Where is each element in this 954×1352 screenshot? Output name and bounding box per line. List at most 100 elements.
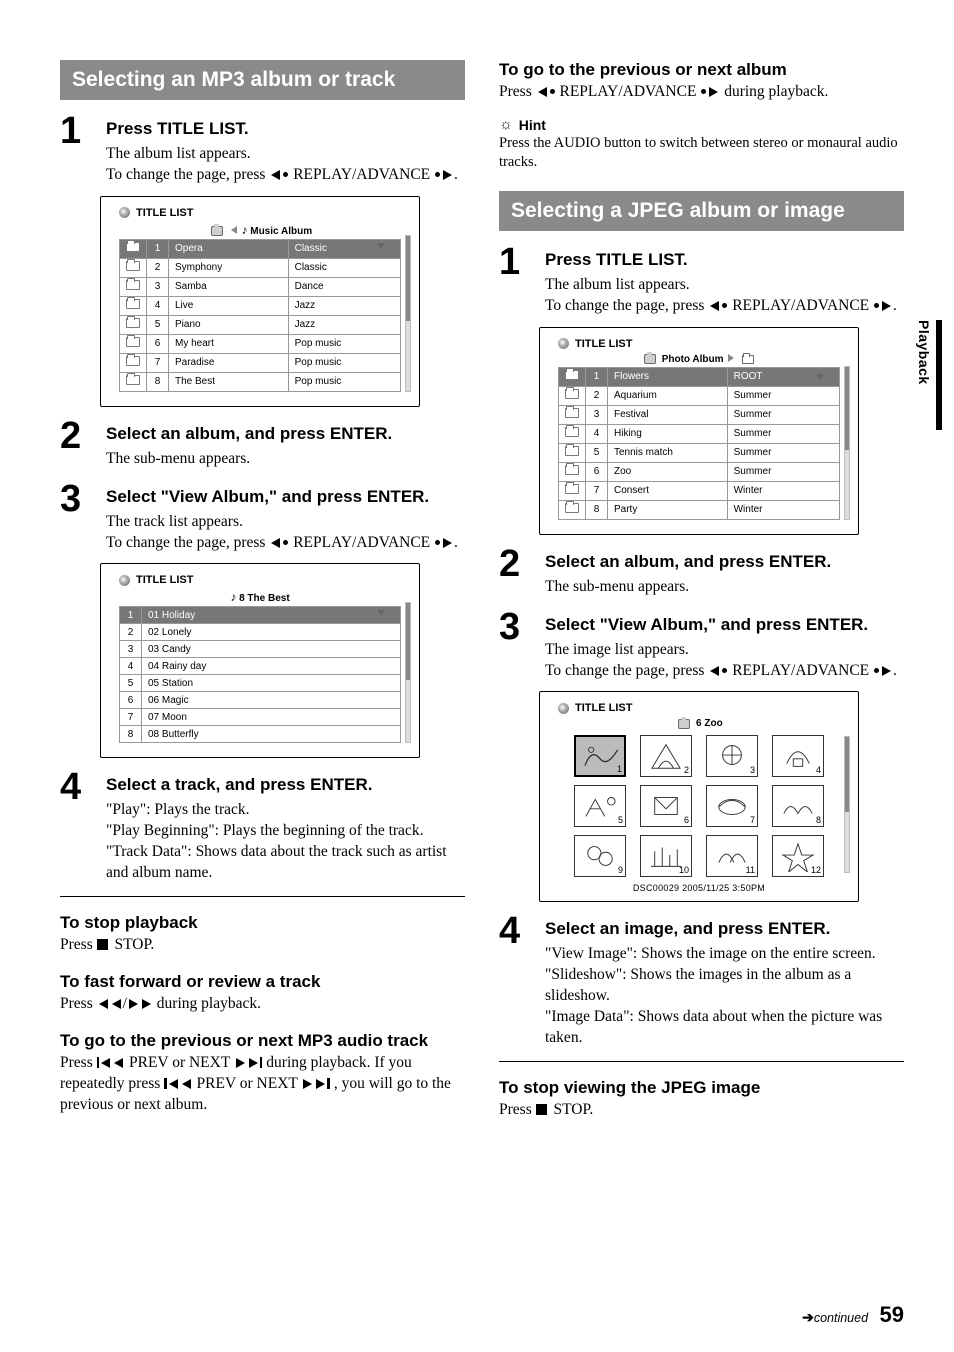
table-row[interactable]: 6My heartPop music bbox=[120, 334, 401, 353]
thumbnail[interactable]: 1 bbox=[574, 735, 626, 777]
breadcrumb: ♪ Music Album bbox=[119, 223, 401, 237]
track-list-window: TITLE LIST ♪ 8 The Best 101 Holiday202 L… bbox=[100, 563, 420, 758]
table-row[interactable]: 6ZooSummer bbox=[559, 462, 840, 481]
folder-icon bbox=[742, 355, 754, 364]
thumbnail[interactable]: 9 bbox=[574, 835, 626, 877]
hint-text: Press the AUDIO button to switch between… bbox=[499, 134, 904, 173]
note-icon: ♪ bbox=[241, 223, 247, 237]
body-text: Press STOP. bbox=[60, 935, 465, 956]
table-row[interactable]: 808 Butterfly bbox=[120, 726, 401, 743]
step-heading: Select an album, and press ENTER. bbox=[545, 551, 904, 574]
scrollbar[interactable] bbox=[844, 736, 850, 873]
table-row[interactable]: 3SambaDance bbox=[120, 277, 401, 296]
window-dot-icon bbox=[119, 575, 130, 586]
step-heading: Select a track, and press ENTER. bbox=[106, 774, 465, 797]
sub-heading: To stop playback bbox=[60, 913, 465, 933]
table-row[interactable]: 4LiveJazz bbox=[120, 296, 401, 315]
step-text: "Play Beginning": Plays the beginning of… bbox=[106, 821, 465, 842]
thumbnail-number: 2 bbox=[684, 765, 689, 775]
divider bbox=[499, 1061, 904, 1062]
left-column: Selecting an MP3 album or track 1 Press … bbox=[60, 60, 465, 1121]
table-row[interactable]: 4HikingSummer bbox=[559, 424, 840, 443]
table-row[interactable]: 5Tennis matchSummer bbox=[559, 443, 840, 462]
table-row[interactable]: 505 Station bbox=[120, 675, 401, 692]
sub-heading: To stop viewing the JPEG image bbox=[499, 1078, 904, 1098]
divider bbox=[60, 896, 465, 897]
thumbnail[interactable]: 5 bbox=[574, 785, 626, 827]
table-row[interactable]: 2AquariumSummer bbox=[559, 386, 840, 405]
thumbnail[interactable]: 8 bbox=[772, 785, 824, 827]
chevron-down-icon bbox=[816, 374, 824, 380]
step-text: To change the page, press REPLAY/ADVANCE… bbox=[545, 661, 904, 682]
step-text: To change the page, press REPLAY/ADVANCE… bbox=[106, 165, 465, 186]
sub-heading: To fast forward or review a track bbox=[60, 972, 465, 992]
note-icon: ♪ bbox=[230, 590, 236, 604]
thumbnail[interactable]: 4 bbox=[772, 735, 824, 777]
thumbnail[interactable]: 2 bbox=[640, 735, 692, 777]
step-heading: Select "View Album," and press ENTER. bbox=[106, 486, 465, 509]
folder-icon bbox=[126, 299, 140, 309]
thumbnail[interactable]: 10 bbox=[640, 835, 692, 877]
table-row[interactable]: 1OperaClassic bbox=[120, 239, 401, 258]
table-row[interactable]: 8PartyWinter bbox=[559, 500, 840, 519]
scrollbar[interactable] bbox=[405, 235, 411, 392]
next-track-icon bbox=[234, 1054, 263, 1071]
window-dot-icon bbox=[558, 338, 569, 349]
folder-icon bbox=[565, 484, 579, 494]
page-number: 59 bbox=[880, 1302, 904, 1327]
step-number: 2 bbox=[499, 545, 533, 598]
stop-icon bbox=[97, 939, 108, 950]
thumbnail[interactable]: 7 bbox=[706, 785, 758, 827]
step-text: "View Image": Shows the image on the ent… bbox=[545, 944, 904, 965]
thumbnail-number: 8 bbox=[816, 815, 821, 825]
folder-icon bbox=[126, 280, 140, 290]
folder-icon bbox=[126, 356, 140, 366]
step-number: 3 bbox=[60, 480, 94, 554]
table-row[interactable]: 101 Holiday bbox=[120, 607, 401, 624]
thumbnail[interactable]: 11 bbox=[706, 835, 758, 877]
folder-icon bbox=[565, 503, 579, 513]
page-footer: ➔continued 59 bbox=[802, 1302, 904, 1328]
table-row[interactable]: 303 Candy bbox=[120, 641, 401, 658]
scrollbar[interactable] bbox=[844, 366, 850, 520]
scrollbar[interactable] bbox=[405, 602, 411, 743]
table-row[interactable]: 8The BestPop music bbox=[120, 372, 401, 391]
thumbnail-grid: 123456789101112 bbox=[558, 735, 840, 877]
thumbnail[interactable]: 3 bbox=[706, 735, 758, 777]
table-row[interactable]: 7ConsertWinter bbox=[559, 481, 840, 500]
image-grid-window: TITLE LIST 6 Zoo 123456789101112 DSC0002… bbox=[539, 691, 859, 902]
window-title: TITLE LIST bbox=[136, 207, 193, 219]
music-album-list-window: TITLE LIST ♪ Music Album 1OperaClassic2S… bbox=[100, 196, 420, 407]
camera-icon bbox=[644, 354, 656, 364]
thumbnail[interactable]: 6 bbox=[640, 785, 692, 827]
sub-heading: To go to the previous or next album bbox=[499, 60, 904, 80]
thumbnail-number: 9 bbox=[618, 865, 623, 875]
folder-icon bbox=[565, 389, 579, 399]
folder-icon bbox=[565, 446, 579, 456]
prev-track-icon bbox=[97, 1054, 126, 1071]
table-row[interactable]: 5PianoJazz bbox=[120, 315, 401, 334]
section-tab-label: Playback bbox=[916, 320, 942, 430]
table-row[interactable]: 1FlowersROOT bbox=[559, 367, 840, 386]
step-text: The sub-menu appears. bbox=[106, 449, 465, 470]
chevron-left-icon bbox=[231, 226, 237, 234]
track-table: 101 Holiday202 Lonely303 Candy404 Rainy … bbox=[119, 606, 401, 743]
thumbnail-number: 1 bbox=[617, 764, 622, 774]
thumbnail-number: 12 bbox=[811, 865, 821, 875]
continued-arrow-icon: ➔ bbox=[802, 1309, 814, 1325]
folder-icon bbox=[565, 427, 579, 437]
table-row[interactable]: 707 Moon bbox=[120, 709, 401, 726]
table-row[interactable]: 7ParadisePop music bbox=[120, 353, 401, 372]
table-row[interactable]: 2SymphonyClassic bbox=[120, 258, 401, 277]
folder-icon bbox=[126, 261, 140, 271]
table-row[interactable]: 404 Rainy day bbox=[120, 658, 401, 675]
table-row[interactable]: 3FestivalSummer bbox=[559, 405, 840, 424]
table-row[interactable]: 202 Lonely bbox=[120, 624, 401, 641]
step-number: 3 bbox=[499, 608, 533, 682]
folder-icon bbox=[565, 408, 579, 418]
thumbnail[interactable]: 12 bbox=[772, 835, 824, 877]
table-row[interactable]: 606 Magic bbox=[120, 692, 401, 709]
thumbnail-number: 4 bbox=[816, 765, 821, 775]
breadcrumb: ♪ 8 The Best bbox=[119, 590, 401, 604]
step-number: 2 bbox=[60, 417, 94, 470]
